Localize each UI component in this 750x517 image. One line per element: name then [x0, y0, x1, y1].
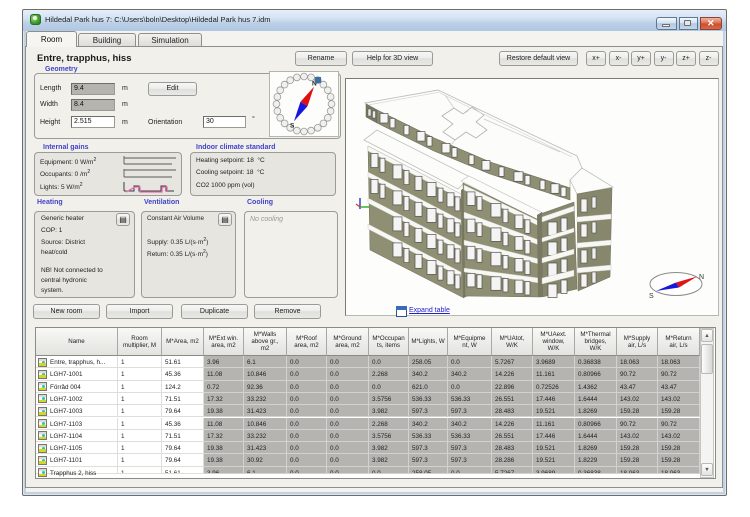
svg-text:S: S	[290, 122, 295, 129]
svg-text:N: N	[699, 274, 704, 281]
svg-text:S: S	[649, 293, 654, 300]
